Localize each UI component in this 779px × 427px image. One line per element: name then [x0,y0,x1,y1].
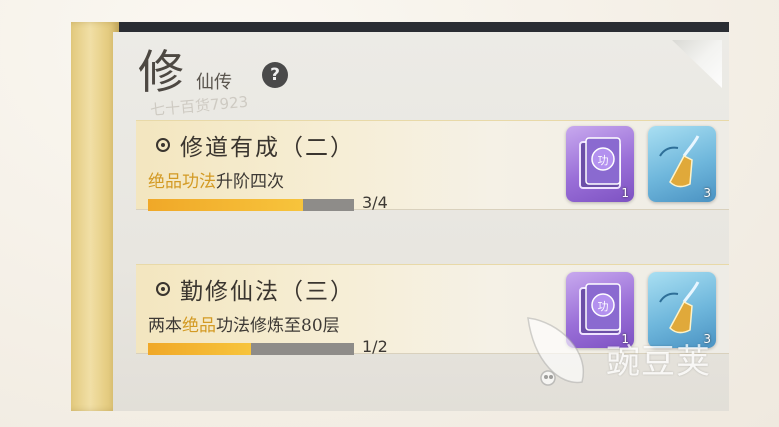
svg-text:功: 功 [598,154,609,167]
header-title-big: 修 [138,45,184,99]
quest-title: 修道有成（二） [156,128,355,162]
quest-desc-highlight: 绝品功法 [148,172,216,192]
scroll-rod [71,22,119,411]
brand-watermark-text: 豌豆荚 [606,342,711,382]
quest-progress-fill [148,199,303,211]
quest-desc-rest: 功法修炼至80层 [216,316,340,336]
quest-card[interactable]: 修道有成（二） 绝品功法升阶四次 3/4 [136,120,729,212]
quest-desc-rest: 升阶四次 [216,172,284,192]
quest-progress-bar [148,199,354,211]
quest-progress-fill [148,343,251,355]
quest-title: 勤修仙法（三） [156,272,355,306]
quest-desc-highlight: 绝品 [182,316,216,336]
quest-title-text: 勤修仙法（三） [180,279,355,305]
quest-desc-prefix: 两本 [148,316,182,336]
header-title-small: 仙传 [196,72,232,93]
bullet-icon [156,282,170,296]
quest-progress-text: 1/2 [362,337,388,356]
quest-progress-text: 3/4 [362,193,388,212]
brand-logo-icon [527,317,585,386]
reward-item-book[interactable]: 功 1 [566,126,634,202]
reward-count: 1 [621,186,629,200]
quest-description: 绝品功法升阶四次 [148,167,284,192]
reward-item-whisk[interactable]: 3 [648,126,716,202]
reward-count: 3 [703,186,711,200]
help-icon[interactable]: ? [262,62,288,88]
quest-description: 两本绝品功法修炼至80层 [148,311,340,336]
quest-progress-bar [148,343,354,355]
bullet-icon [156,138,170,152]
brand-watermark: 豌豆荚 [520,312,750,392]
quest-title-text: 修道有成（二） [180,135,355,161]
